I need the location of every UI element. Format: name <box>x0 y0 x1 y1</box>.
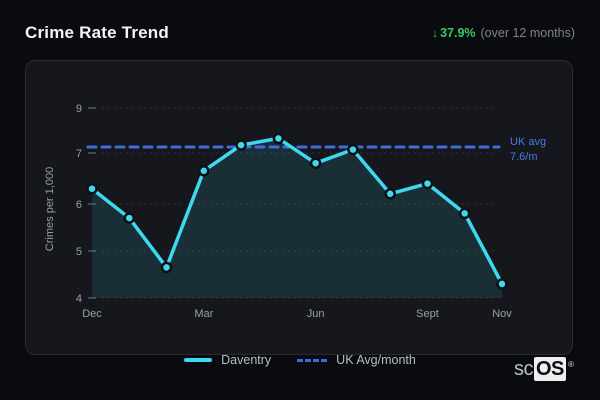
trend-delta: ↓ 37.9% (over 12 months) <box>432 26 575 40</box>
x-tick-label: Mar <box>194 308 213 320</box>
logo-prefix: sc <box>514 358 534 380</box>
scos-logo: sc OS ® <box>514 357 574 381</box>
x-tick-label: Nov <box>492 308 512 320</box>
registered-mark: ® <box>568 360 574 369</box>
data-point-nov[interactable] <box>496 278 508 290</box>
delta-period: (over 12 months) <box>480 26 575 40</box>
page-title: Crime Rate Trend <box>25 23 169 42</box>
uk-avg-annotation-value: 7.6/m <box>510 151 538 163</box>
y-tick-label: 4 <box>76 293 82 305</box>
uk-avg-line-swatch <box>297 358 328 362</box>
area-fill <box>92 138 502 298</box>
data-point-feb[interactable] <box>160 261 173 274</box>
data-point-sep[interactable] <box>421 177 434 190</box>
delta-badge: ↓ 37.9% <box>432 26 475 40</box>
y-tick-label: 7 <box>76 148 82 160</box>
data-point-apr[interactable] <box>235 139 247 151</box>
uk-avg-annotation-label: UK avg <box>510 136 546 148</box>
widget-header: Crime Rate Trend ↓ 37.9% (over 12 months) <box>25 20 575 46</box>
x-tick-label: Jun <box>307 308 325 320</box>
down-arrow-icon: ↓ <box>432 26 439 40</box>
x-tick-label: Sept <box>416 308 439 320</box>
logo-suffix: OS <box>534 357 566 381</box>
data-point-jun[interactable] <box>309 157 322 169</box>
y-axis-title: Crimes per 1,000 <box>44 167 56 251</box>
data-point-jan[interactable] <box>123 212 136 224</box>
y-tick-label: 5 <box>76 246 82 258</box>
delta-value: 37.9% <box>440 26 476 40</box>
y-tick-label: 9 <box>76 103 82 115</box>
chart-card: 9 7 6 5 4 Dec Mar Jun Sept Nov Crimes per 1,000 U… <box>25 60 573 355</box>
data-point-dec[interactable] <box>86 182 98 195</box>
y-tick-label: 6 <box>76 199 82 211</box>
data-point-jul[interactable] <box>347 143 359 156</box>
data-point-aug[interactable] <box>384 188 396 200</box>
daventry-line-swatch <box>184 358 213 362</box>
data-point-may[interactable] <box>272 132 285 145</box>
legend-label-daventry: Daventry <box>221 353 272 367</box>
data-point-mar[interactable] <box>198 165 210 177</box>
legend-item-daventry[interactable]: Daventry <box>184 353 271 367</box>
chart-legend: Daventry UK Avg/month <box>0 351 600 369</box>
x-tick-label: Dec <box>82 308 102 320</box>
line-chart[interactable]: 9 7 6 5 4Dec Mar Jun Sept Nov Crimes per 1,000 U… <box>26 61 572 354</box>
legend-item-uk-avg[interactable]: UK Avg/month <box>297 353 416 367</box>
legend-label-uk-avg: UK Avg/month <box>336 353 416 367</box>
data-point-oct[interactable] <box>458 207 471 220</box>
